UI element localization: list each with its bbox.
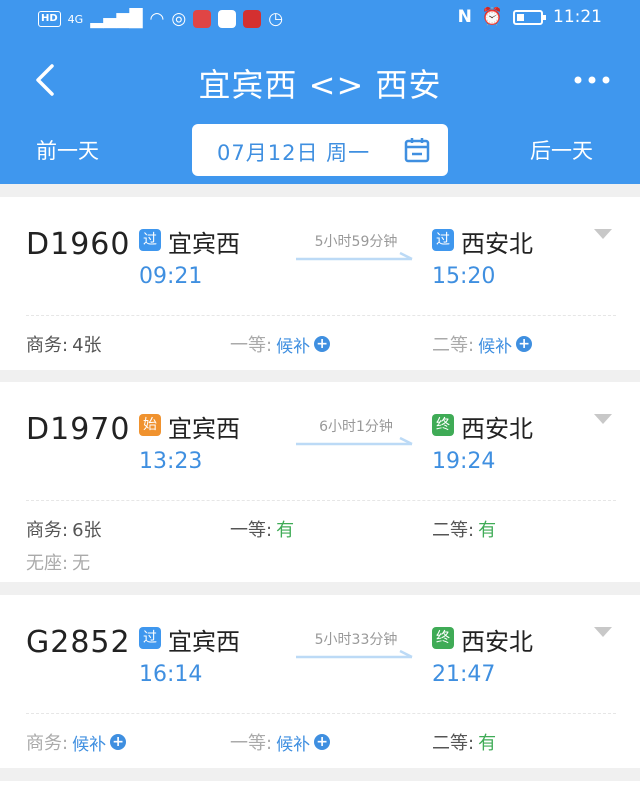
calendar-icon	[404, 138, 430, 163]
seat-business: 商务: 4张	[26, 335, 102, 356]
card-divider	[26, 315, 616, 316]
seat-first-class[interactable]: 一等: 候补 +	[230, 729, 331, 755]
back-arrow-icon	[36, 64, 54, 96]
destination-tag: 过	[432, 229, 454, 251]
add-waitlist-icon[interactable]: +	[314, 734, 331, 750]
train-number: D1970	[26, 412, 131, 447]
previous-day-button[interactable]: 前一天	[36, 135, 99, 165]
signal-icon: ▂▄▆█	[90, 9, 143, 29]
hd-badge: HD	[38, 11, 61, 27]
train-card[interactable]: D1960 过 宜宾西 09:21 5小时59分钟 过 西安北 15:20 商务…	[0, 197, 640, 370]
origin-tag: 始	[139, 414, 161, 436]
departure-time: 16:14	[139, 662, 203, 687]
add-waitlist-icon[interactable]: +	[516, 336, 533, 352]
card-divider	[26, 500, 616, 501]
more-dots-icon	[574, 76, 610, 84]
seat-second-class[interactable]: 二等: 候补 +	[432, 331, 533, 357]
page-title: 宜宾西 <> 西安	[198, 66, 442, 104]
waitlist-link[interactable]: 候补	[72, 730, 106, 755]
origin-tag: 过	[139, 229, 161, 251]
network-type: 4G	[67, 12, 84, 26]
seat-first-class: 一等: 有	[230, 520, 295, 541]
seat-second-class: 二等: 有	[432, 520, 497, 541]
arrival-time: 21:47	[432, 662, 496, 687]
seat-second-class: 二等: 有	[432, 733, 497, 754]
battery-icon	[513, 9, 546, 25]
status-left: HD 4G ▂▄▆█ ◠ ◎ ◷	[38, 9, 283, 29]
expand-chevron-icon[interactable]	[594, 414, 612, 426]
train-number: D1960	[26, 227, 131, 262]
status-right: N ⏰ 11:21	[458, 7, 602, 27]
destination-tag: 终	[432, 627, 454, 649]
departure-time: 13:23	[139, 449, 203, 474]
add-waitlist-icon[interactable]: +	[314, 336, 331, 352]
destination-station: 西安北	[461, 230, 533, 258]
train-card[interactable]: G2852 过 宜宾西 16:14 5小时33分钟 终 西安北 21:47 商务…	[0, 595, 640, 768]
departure-time: 09:21	[139, 264, 203, 289]
train-card[interactable]: D1970 始 宜宾西 13:23 6小时1分钟 终 西安北 19:24 商务:…	[0, 382, 640, 582]
status-time: 11:21	[553, 7, 602, 27]
origin-tag: 过	[139, 627, 161, 649]
origin-station: 宜宾西	[168, 628, 240, 656]
hotspot-icon: ◎	[171, 9, 187, 29]
travel-duration: 6小时1分钟	[319, 419, 393, 435]
alarm-icon: ⏰	[481, 7, 503, 27]
seat-no-seat: 无座: 无	[26, 553, 91, 574]
news-notification-icon	[243, 10, 262, 28]
destination-station: 西安北	[461, 415, 533, 443]
arrival-time: 19:24	[432, 449, 496, 474]
duration-arrow-icon	[296, 436, 413, 446]
expand-chevron-icon[interactable]	[594, 229, 612, 241]
arrival-time: 15:20	[432, 264, 496, 289]
origin-station: 宜宾西	[168, 230, 240, 258]
browser-notification-icon	[218, 10, 237, 28]
waitlist-link[interactable]: 候补	[276, 332, 310, 357]
nfc-icon: N	[457, 7, 472, 27]
travel-duration: 5小时59分钟	[314, 234, 398, 250]
seat-business[interactable]: 商务: 候补 +	[26, 729, 127, 755]
seat-business: 商务: 6张	[26, 520, 102, 541]
destination-tag: 终	[432, 414, 454, 436]
next-day-button[interactable]: 后一天	[530, 135, 593, 165]
destination-station: 西安北	[461, 628, 533, 656]
app-notification-icon	[193, 10, 212, 28]
card-divider	[26, 713, 616, 714]
add-waitlist-icon[interactable]: +	[110, 734, 127, 750]
duration-arrow-icon	[296, 649, 413, 659]
duration-arrow-icon	[296, 251, 413, 261]
status-bar: HD 4G ▂▄▆█ ◠ ◎ ◷ N ⏰ 11:21	[0, 0, 640, 40]
train-number: G2852	[26, 625, 131, 660]
clock-notification-icon: ◷	[268, 9, 284, 29]
waitlist-link[interactable]: 候补	[276, 730, 310, 755]
more-menu-button[interactable]	[572, 62, 612, 98]
seat-first-class[interactable]: 一等: 候补 +	[230, 331, 331, 357]
waitlist-link[interactable]: 候补	[478, 332, 512, 357]
date-picker[interactable]: 07月12日 周一	[192, 124, 448, 176]
selected-date: 07月12日 周一	[217, 141, 371, 165]
train-card-partial[interactable]	[0, 781, 640, 803]
travel-duration: 5小时33分钟	[314, 632, 398, 648]
app-header: HD 4G ▂▄▆█ ◠ ◎ ◷ N ⏰ 11:21 宜宾西 <> 西安 前一天…	[0, 0, 640, 184]
expand-chevron-icon[interactable]	[594, 627, 612, 639]
origin-station: 宜宾西	[168, 415, 240, 443]
wifi-icon: ◠	[149, 9, 165, 29]
back-button[interactable]	[28, 58, 64, 102]
